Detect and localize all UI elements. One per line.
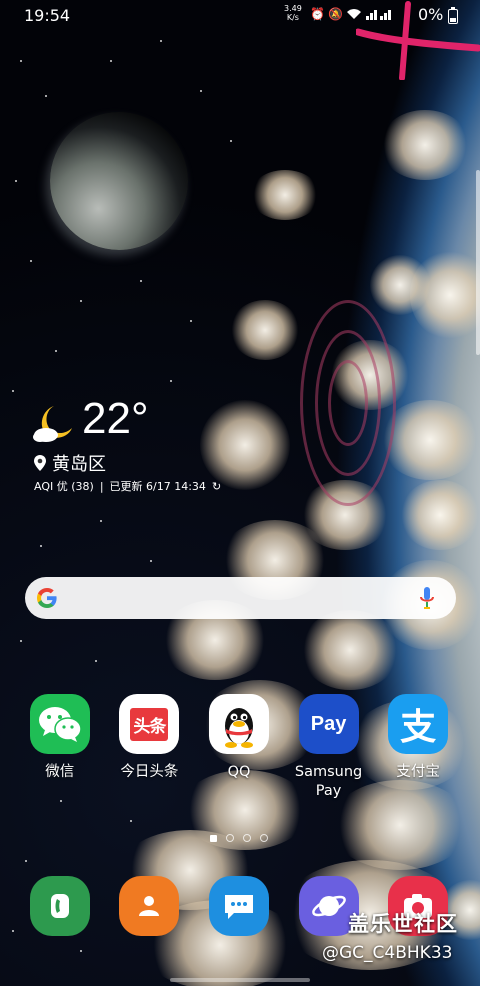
app-label: 支付宝 bbox=[396, 764, 440, 780]
signal-icon bbox=[366, 8, 392, 22]
navigation-gesture-bar[interactable] bbox=[170, 978, 310, 982]
app-label: 微信 bbox=[45, 764, 75, 780]
alarm-icon: ⏰ bbox=[310, 7, 325, 21]
app-label: QQ bbox=[227, 764, 251, 780]
dock-messages[interactable] bbox=[194, 876, 284, 936]
network-speed: 3.49 K/s bbox=[284, 4, 302, 22]
home-page-dot[interactable] bbox=[210, 834, 217, 842]
location: 黄岛区 bbox=[34, 450, 106, 476]
wechat-icon bbox=[29, 694, 90, 754]
temperature: 22° bbox=[82, 394, 149, 443]
aqi-row: AQI 优 (38) | 已更新 6/17 14:34 ↻ bbox=[34, 478, 221, 494]
page-indicator bbox=[210, 834, 268, 842]
app-toutiao[interactable]: 头条 今日头条 bbox=[105, 694, 195, 801]
page-dot[interactable] bbox=[260, 834, 268, 842]
clock: 19:54 bbox=[24, 6, 71, 25]
watermark-community: 盖乐世社区 bbox=[348, 912, 458, 936]
dock-contacts[interactable] bbox=[105, 876, 195, 936]
messages-icon bbox=[208, 876, 269, 936]
app-label: Samsung Pay bbox=[294, 764, 363, 799]
app-qq[interactable]: QQ bbox=[194, 694, 284, 801]
edge-panel-handle[interactable] bbox=[476, 170, 480, 355]
page-dot[interactable] bbox=[243, 834, 251, 842]
app-label: 今日头条 bbox=[120, 764, 179, 780]
microphone-icon[interactable] bbox=[420, 587, 434, 609]
phone-icon bbox=[29, 876, 90, 936]
wifi-icon bbox=[346, 8, 362, 22]
updated-time: 已更新 6/17 14:34 bbox=[109, 480, 206, 493]
home-app-row: 微信 头条 今日头条 QQ Pay Samsung Pay 支 支付宝 bbox=[15, 694, 475, 801]
alipay-icon: 支 bbox=[388, 694, 449, 754]
qq-penguin-icon bbox=[208, 694, 269, 754]
app-alipay[interactable]: 支 支付宝 bbox=[373, 694, 463, 801]
google-search-bar[interactable] bbox=[25, 577, 456, 619]
refresh-icon[interactable]: ↻ bbox=[212, 480, 221, 493]
battery-icon bbox=[448, 7, 458, 24]
dock-phone[interactable] bbox=[15, 876, 105, 936]
toutiao-icon: 头条 bbox=[119, 694, 180, 754]
watermark-user: @GC_C4BHK33 bbox=[322, 943, 453, 963]
separator: | bbox=[99, 479, 104, 493]
app-samsung-pay[interactable]: Pay Samsung Pay bbox=[284, 694, 374, 801]
status-bar: 19:54 3.49 K/s ⏰ 🔕 0% bbox=[0, 0, 480, 30]
planet-moon bbox=[50, 112, 188, 250]
contacts-icon bbox=[119, 876, 180, 936]
mute-icon: 🔕 bbox=[328, 7, 343, 21]
samsung-pay-icon: Pay bbox=[298, 694, 359, 754]
page-dot[interactable] bbox=[226, 834, 234, 842]
weather-widget[interactable]: 22° 黄岛区 AQI 优 (38) | 已更新 6/17 14:34 ↻ bbox=[32, 394, 292, 498]
location-pin-icon bbox=[34, 455, 46, 471]
aqi-value: AQI 优 (38) bbox=[34, 480, 94, 493]
google-g-icon bbox=[37, 588, 57, 608]
location-name: 黄岛区 bbox=[52, 454, 106, 475]
moon-cloud-icon bbox=[33, 406, 72, 442]
battery-percent: 0% bbox=[418, 5, 444, 24]
app-wechat[interactable]: 微信 bbox=[15, 694, 105, 801]
